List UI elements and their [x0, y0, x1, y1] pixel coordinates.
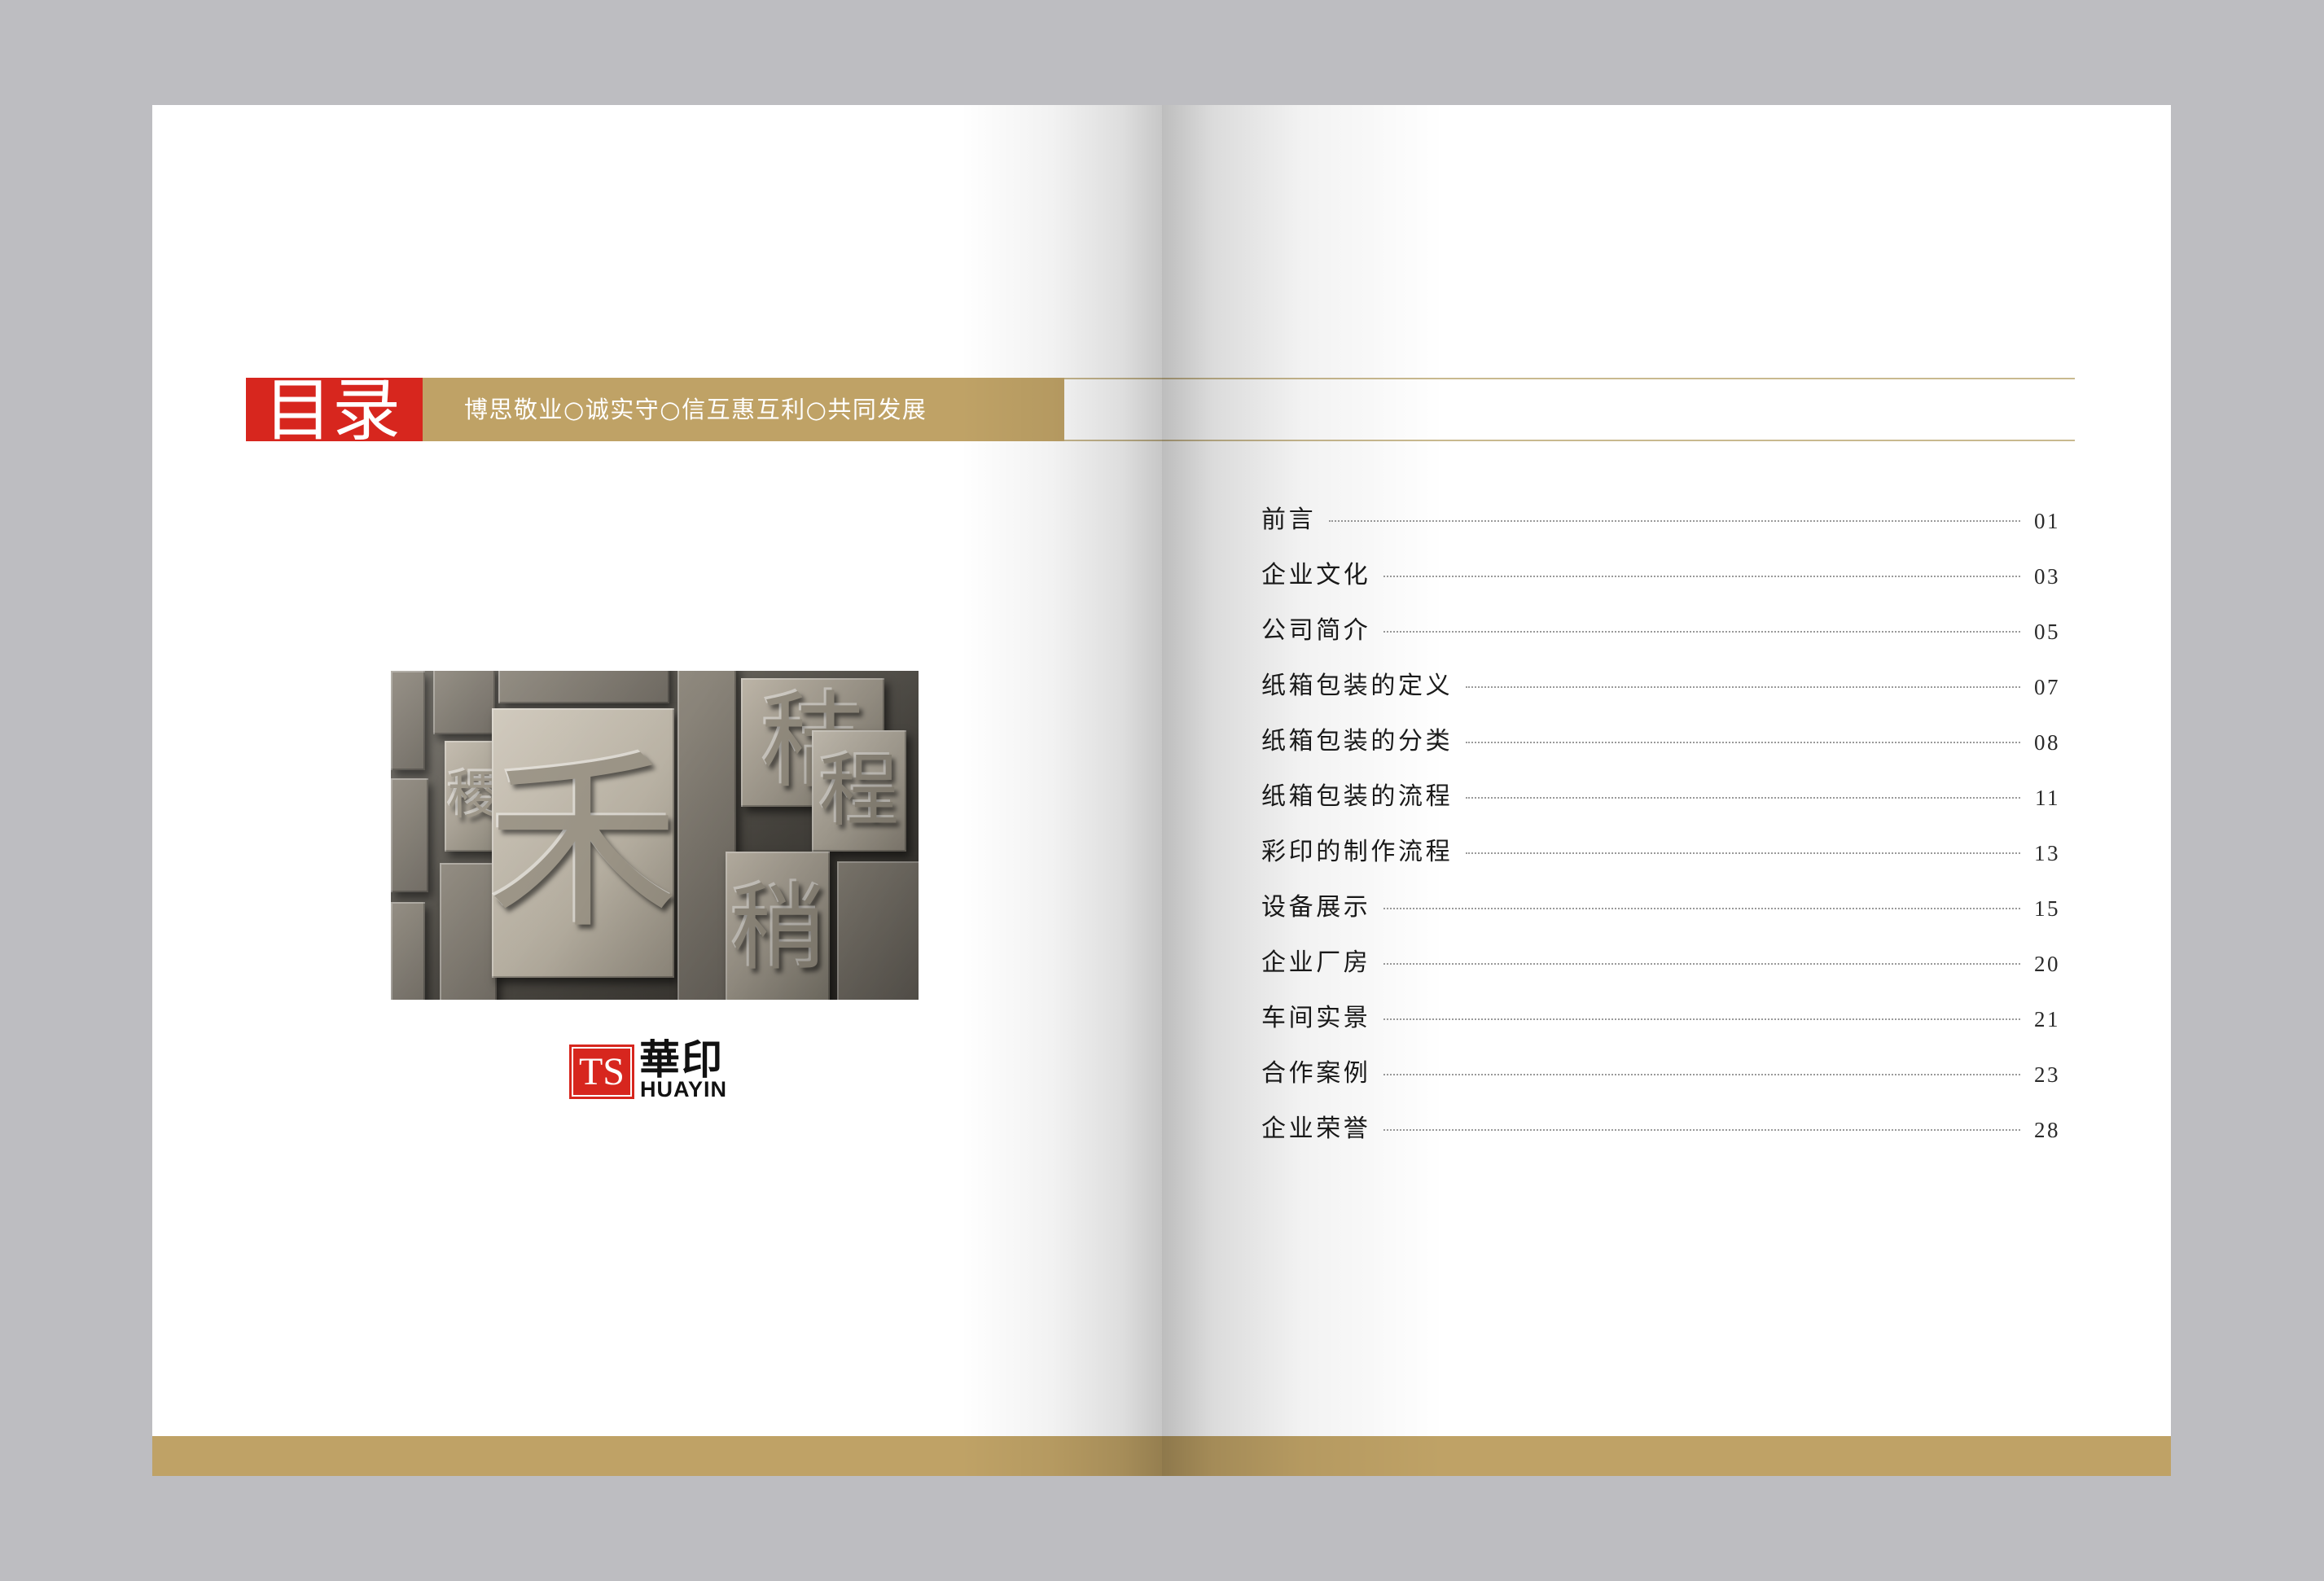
logo-latin-name: HUAYIN [640, 1077, 728, 1101]
toc-entry-page-number: 07 [2034, 674, 2060, 699]
toc-entry-title: 企业厂房 [1261, 948, 1371, 977]
toc-dot-leader [1383, 1129, 2020, 1131]
carved-glyph: 稍 [730, 874, 825, 983]
header-rule-top [1162, 378, 2075, 379]
huayin-logo: TS 華印 HUAYIN [569, 1040, 756, 1102]
wood-type-photo: 稷 禾 秸 程 稍 [391, 671, 919, 1000]
right-page: 前言 01 企业文化 03 公司简介 05 纸箱包装的定义 07 纸箱包装的分类 08 纸箱包装的流… [1162, 105, 2171, 1476]
toc-entry-title: 公司简介 [1261, 616, 1371, 645]
toc-entry-title: 企业荣誉 [1261, 1115, 1371, 1143]
toc-entry: 纸箱包装的分类 08 [1261, 711, 2060, 766]
wood-block: 禾 [492, 708, 674, 978]
logo-chinese-name: 華印 [639, 1036, 724, 1084]
toc-entry-title: 纸箱包装的流程 [1261, 782, 1454, 811]
toc-dot-leader [1466, 797, 2020, 799]
toc-entry: 前言 01 [1261, 489, 2060, 545]
wood-block [391, 902, 425, 1000]
toc-entry: 合作案例 23 [1261, 1043, 2060, 1098]
toc-dot-leader [1383, 631, 2020, 633]
toc-dot-leader [1383, 1074, 2020, 1075]
logo-mark: TS [569, 1045, 634, 1099]
header-rule-bottom [1064, 440, 1162, 441]
brochure-spread: 目录 博思敬业○诚实守○信互惠互利○共同发展 稷 禾 秸 程 [152, 105, 2171, 1476]
toc-entry: 企业文化 03 [1261, 545, 2060, 600]
header-rule-bottom [1162, 440, 2075, 441]
toc-entry-title: 企业文化 [1261, 561, 1371, 589]
toc-dot-leader [1383, 908, 2020, 909]
toc-entry-page-number: 15 [2034, 896, 2060, 921]
toc-dot-leader [1383, 1018, 2020, 1020]
wood-block [391, 778, 428, 892]
slogan-band: 博思敬业○诚实守○信互惠互利○共同发展 [423, 378, 1064, 441]
toc-entry-page-number: 08 [2034, 729, 2060, 755]
toc-entry: 企业厂房 20 [1261, 932, 2060, 988]
toc-entry: 彩印的制作流程 13 [1261, 821, 2060, 877]
toc-entry-page-number: 13 [2034, 840, 2060, 865]
toc-entry-title: 设备展示 [1261, 893, 1371, 922]
toc-entry-title: 车间实景 [1261, 1004, 1371, 1032]
toc-dot-leader [1466, 742, 2020, 743]
wood-block: 稍 [726, 852, 830, 1000]
wood-block [837, 861, 919, 1000]
toc-title-block: 目录 [246, 378, 423, 441]
toc-entry-title: 前言 [1261, 506, 1317, 534]
toc-dot-leader [1383, 963, 2020, 965]
toc-entry-title: 合作案例 [1261, 1059, 1371, 1088]
toc-entry-page-number: 28 [2034, 1117, 2060, 1142]
left-page: 目录 博思敬业○诚实守○信互惠互利○共同发展 稷 禾 秸 程 [152, 105, 1162, 1476]
toc-entry-page-number: 01 [2034, 508, 2060, 533]
toc-entry: 公司简介 05 [1261, 600, 2060, 655]
toc-dot-leader [1329, 520, 2020, 522]
toc-entry-page-number: 23 [2034, 1062, 2060, 1087]
header-rule-top [1064, 378, 1162, 379]
toc-dot-leader [1466, 852, 2020, 854]
toc-entry-title: 彩印的制作流程 [1261, 838, 1454, 866]
toc-dot-leader [1466, 686, 2020, 688]
wood-block [433, 671, 495, 734]
carved-glyph: 程 [818, 744, 899, 838]
toc-entry: 车间实景 21 [1261, 988, 2060, 1043]
toc-entry-page-number: 20 [2034, 951, 2060, 976]
toc-heading: 目录 [264, 378, 401, 441]
wood-block [440, 863, 497, 1000]
toc-entry-title: 纸箱包装的分类 [1261, 727, 1454, 755]
wood-block: 程 [812, 730, 906, 852]
company-slogan: 博思敬业○诚实守○信互惠互利○共同发展 [464, 396, 927, 423]
toc-entry: 纸箱包装的定义 07 [1261, 655, 2060, 711]
toc-entry: 企业荣誉 28 [1261, 1098, 2060, 1154]
toc-entry-page-number: 21 [2034, 1006, 2060, 1031]
wood-block [498, 671, 669, 703]
toc-entry-page-number: 03 [2034, 563, 2060, 589]
toc-entry: 纸箱包装的流程 11 [1261, 766, 2060, 821]
toc-entry: 设备展示 15 [1261, 877, 2060, 932]
bottom-gold-band [152, 1436, 2171, 1476]
carved-glyph: 禾 [492, 730, 674, 955]
toc-entry-title: 纸箱包装的定义 [1261, 672, 1454, 700]
toc-entry-page-number: 11 [2035, 785, 2060, 810]
table-of-contents: 前言 01 企业文化 03 公司简介 05 纸箱包装的定义 07 纸箱包装的分类 08 纸箱包装的流… [1261, 489, 2060, 1154]
toc-dot-leader [1383, 576, 2020, 577]
wood-block [391, 671, 425, 770]
toc-entry-page-number: 05 [2034, 619, 2060, 644]
